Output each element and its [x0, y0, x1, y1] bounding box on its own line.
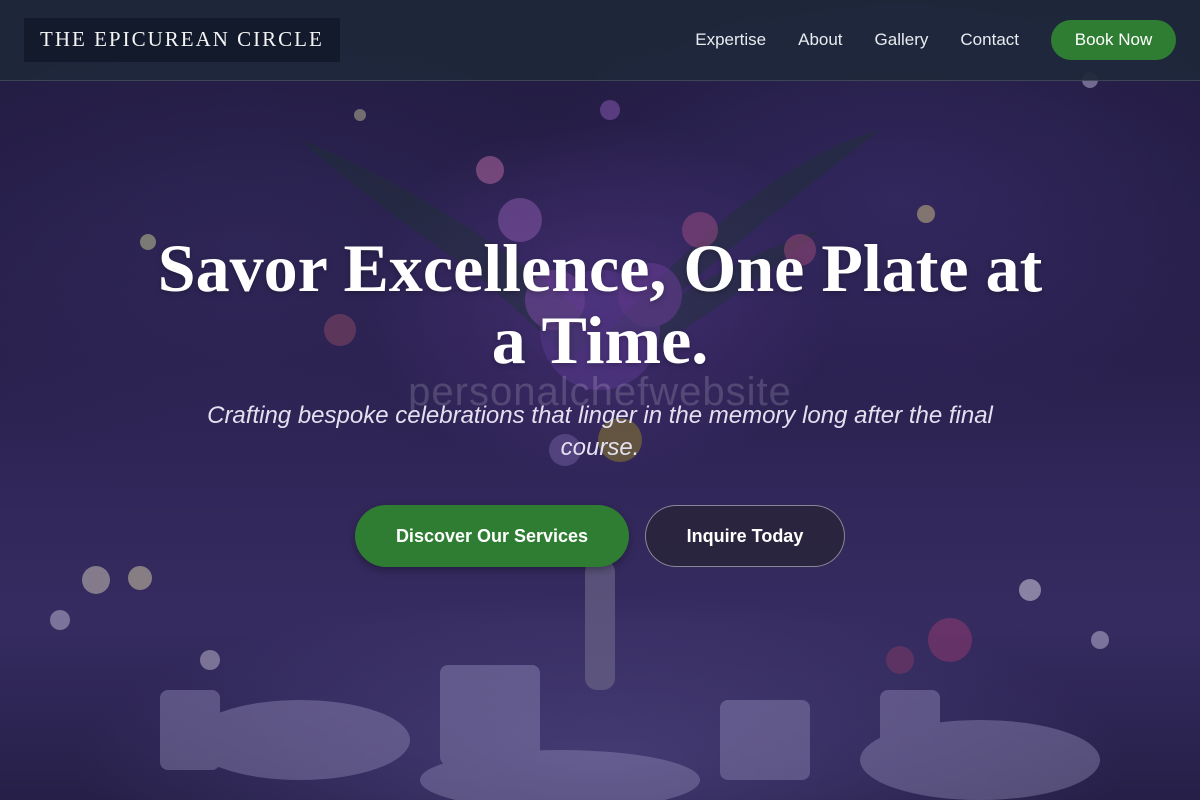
hero-subtitle: Crafting bespoke celebrations that linge…: [207, 402, 993, 461]
site-logo[interactable]: THE EPICUREAN CIRCLE: [24, 18, 340, 62]
nav-link-expertise[interactable]: Expertise: [695, 30, 766, 50]
discover-services-button[interactable]: Discover Our Services: [355, 505, 629, 567]
main-nav: Expertise About Gallery Contact Book Now: [695, 20, 1176, 60]
book-now-button[interactable]: Book Now: [1051, 20, 1176, 60]
nav-link-gallery[interactable]: Gallery: [875, 30, 929, 50]
nav-link-contact[interactable]: Contact: [960, 30, 1019, 50]
inquire-today-button[interactable]: Inquire Today: [645, 505, 845, 567]
hero-cta-group: Discover Our Services Inquire Today: [0, 505, 1200, 567]
nav-link-about[interactable]: About: [798, 30, 842, 50]
hero-title: Savor Excellence, One Plate at a Time.: [157, 230, 1043, 378]
site-header: THE EPICUREAN CIRCLE Expertise About Gal…: [0, 0, 1200, 81]
